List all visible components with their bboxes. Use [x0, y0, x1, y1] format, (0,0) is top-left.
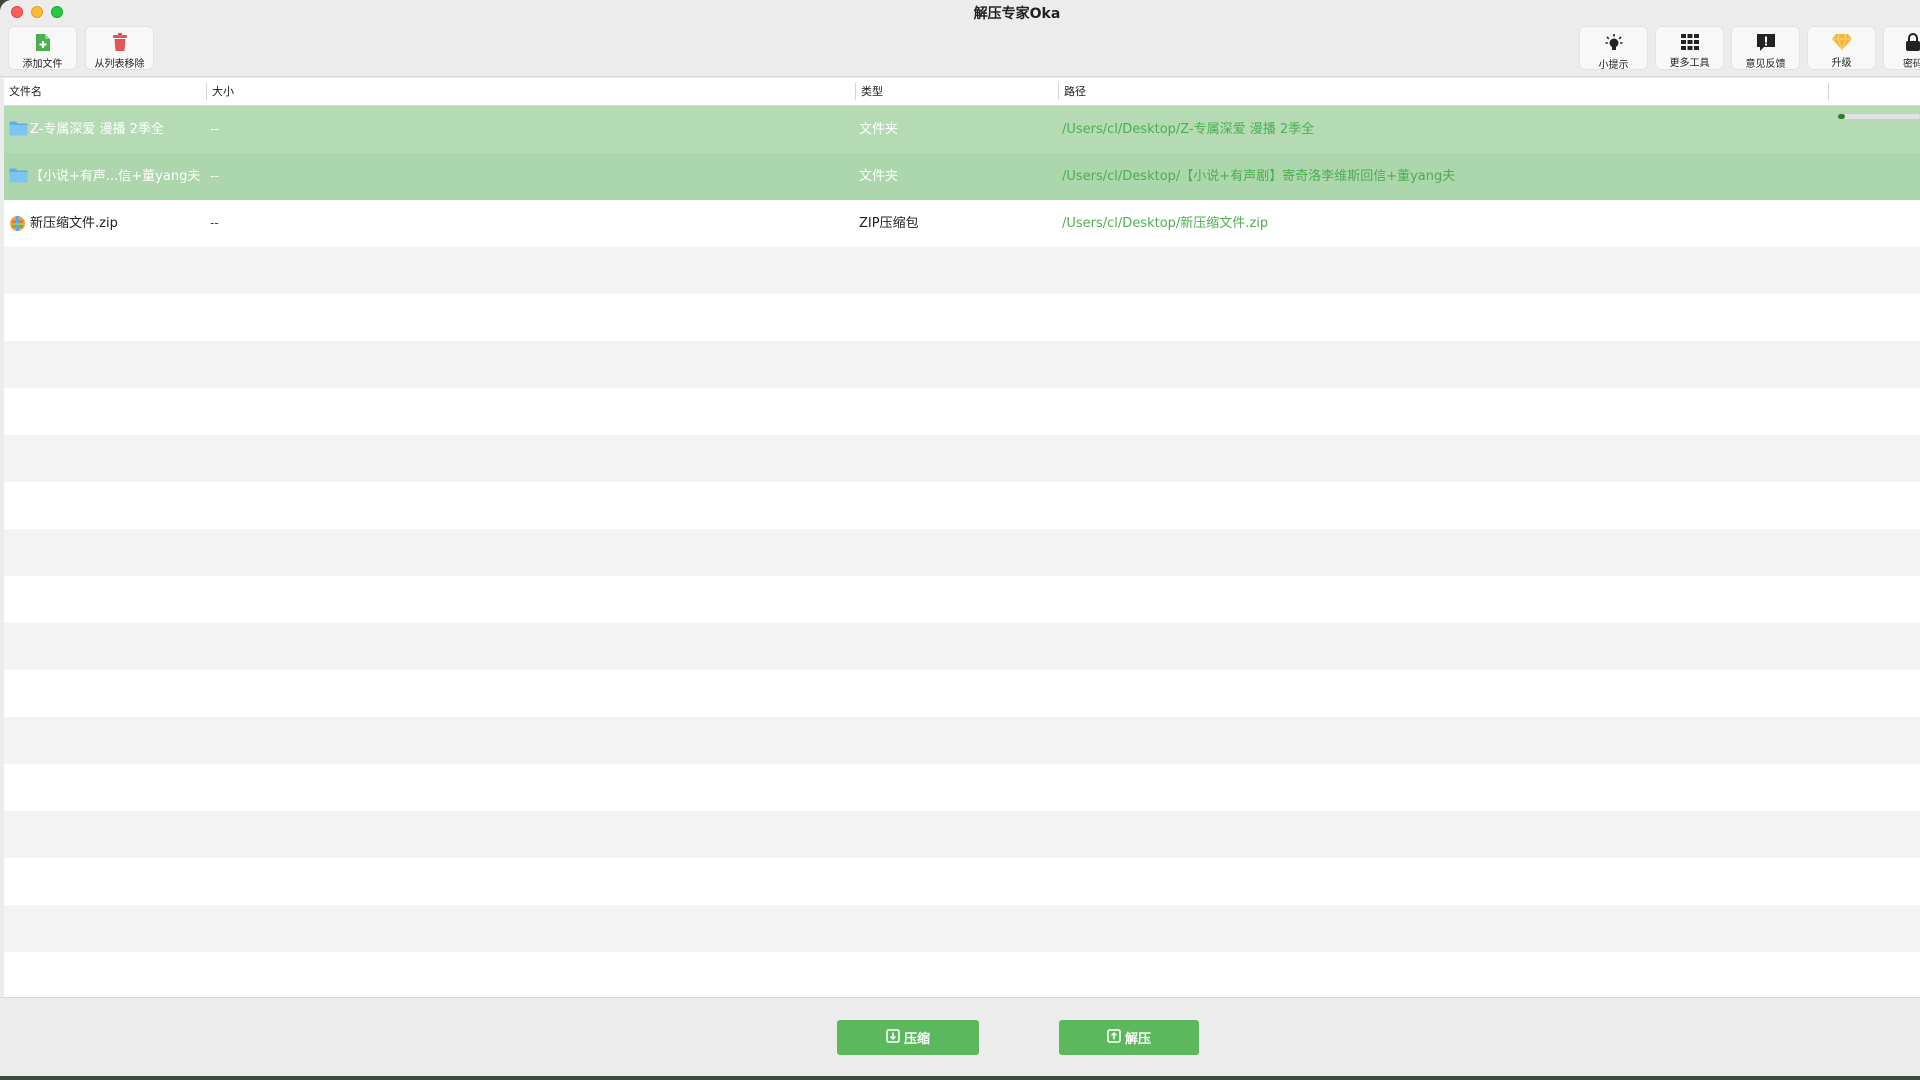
compress-icon [886, 1028, 900, 1047]
column-header-type[interactable]: 类型 [856, 78, 1056, 106]
action-bar: 压缩 解压 [0, 997, 1920, 1076]
file-name: Z-专属深爱 漫播 2季全 [30, 122, 164, 137]
more-tools-button[interactable]: 更多工具 [1655, 26, 1724, 70]
feedback-icon [1756, 33, 1776, 52]
folder-icon [9, 168, 28, 187]
window-title: 解压专家Oka [973, 6, 1061, 22]
app-window: 解压专家Oka 添加文件 从列表移除 小提示 更多工具 意见反馈 升级 密码 文… [0, 0, 1920, 1076]
empty-table-row [4, 482, 1920, 529]
file-size: -- [210, 216, 219, 230]
file-type: ZIP压缩包 [859, 216, 919, 231]
extract-button[interactable]: 解压 [1059, 1020, 1199, 1055]
file-name: 【小说+有声...信+董yang夫 [30, 169, 201, 184]
extract-label: 解压 [1124, 1032, 1151, 1047]
empty-table-row [4, 576, 1920, 623]
feedback-label: 意见反馈 [1745, 59, 1786, 70]
compress-label: 压缩 [903, 1032, 930, 1047]
add-file-label: 添加文件 [22, 59, 63, 70]
empty-table-row [4, 623, 1920, 670]
empty-table-row [4, 670, 1920, 717]
diamond-icon [1831, 33, 1853, 51]
tips-label: 小提示 [1598, 60, 1629, 71]
grid-icon [1680, 33, 1700, 51]
empty-table-row [4, 388, 1920, 435]
file-table-header: 文件名 大小 类型 路径 [4, 78, 1920, 106]
file-size: -- [210, 122, 219, 136]
folder-icon [9, 121, 28, 140]
file-name: 新压缩文件.zip [30, 216, 118, 231]
file-type: 文件夹 [859, 122, 899, 137]
compress-button[interactable]: 压缩 [837, 1020, 979, 1055]
empty-table-row [4, 341, 1920, 388]
empty-table-row [4, 905, 1920, 952]
empty-table-row [4, 247, 1920, 294]
add-file-icon [35, 33, 51, 52]
empty-table-row [4, 811, 1920, 858]
table-row[interactable]: Z-专属深爱 漫播 2季全 -- 文件夹 /Users/cl/Desktop/Z… [4, 106, 1920, 153]
file-size: -- [210, 169, 219, 183]
file-type: 文件夹 [859, 169, 899, 184]
feedback-button[interactable]: 意见反馈 [1731, 26, 1800, 70]
add-file-button[interactable]: 添加文件 [8, 26, 77, 70]
file-path: /Users/cl/Desktop/新压缩文件.zip [1062, 216, 1269, 231]
tips-button[interactable]: 小提示 [1579, 26, 1648, 71]
lock-icon [1905, 33, 1920, 52]
file-table: Z-专属深爱 漫播 2季全 -- 文件夹 /Users/cl/Desktop/Z… [4, 106, 1920, 997]
zip-progress-fill [1838, 114, 1845, 119]
remove-from-list-label: 从列表移除 [94, 59, 145, 70]
column-header-size[interactable]: 大小 [207, 78, 847, 106]
password-label: 密码 [1903, 59, 1920, 70]
password-button[interactable]: 密码 [1883, 26, 1920, 70]
empty-table-row [4, 529, 1920, 576]
column-header-path[interactable]: 路径 [1059, 78, 1819, 106]
column-divider[interactable] [1828, 83, 1829, 100]
empty-table-row [4, 435, 1920, 482]
table-row[interactable]: 新压缩文件.zip -- ZIP压缩包 /Users/cl/Desktop/新压… [4, 200, 1920, 247]
trash-icon [112, 33, 128, 52]
column-header-name[interactable]: 文件名 [4, 78, 204, 106]
more-tools-label: 更多工具 [1669, 58, 1710, 69]
file-path: /Users/cl/Desktop/Z-专属深爱 漫播 2季全 [1062, 122, 1315, 137]
toolbar: 解压专家Oka 添加文件 从列表移除 小提示 更多工具 意见反馈 升级 密码 [0, 0, 1920, 77]
empty-table-row [4, 858, 1920, 905]
upgrade-button[interactable]: 升级 [1807, 26, 1876, 70]
zip-archive-icon [9, 215, 26, 236]
upgrade-label: 升级 [1831, 58, 1852, 69]
empty-table-row [4, 294, 1920, 341]
remove-from-list-button[interactable]: 从列表移除 [85, 26, 154, 70]
file-path: /Users/cl/Desktop/【小说+有声剧】寄奇洛李维斯回信+董yang… [1062, 169, 1456, 184]
empty-table-row [4, 952, 1920, 997]
zip-progress-bar [1838, 114, 1920, 119]
extract-icon [1107, 1028, 1121, 1047]
empty-table-row [4, 717, 1920, 764]
table-row[interactable]: 【小说+有声...信+董yang夫 -- 文件夹 /Users/cl/Deskt… [4, 153, 1920, 200]
empty-table-row [4, 764, 1920, 811]
lightbulb-icon [1604, 33, 1624, 53]
